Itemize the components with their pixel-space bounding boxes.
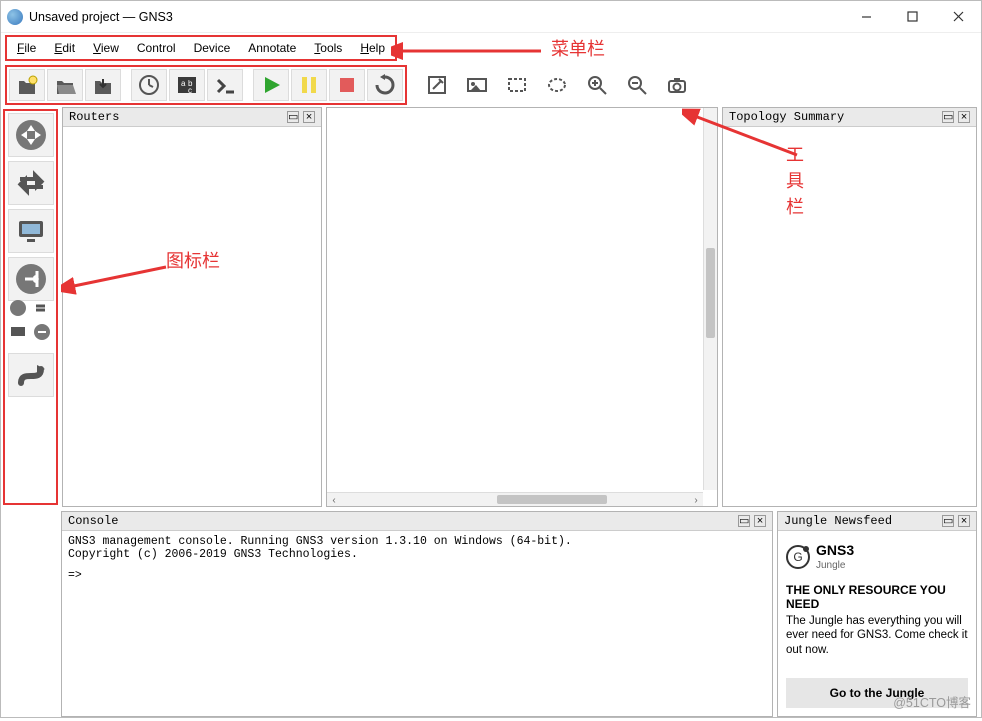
all-devices-small-firewall-icon[interactable] <box>33 329 53 349</box>
stop-all-button[interactable] <box>329 69 365 101</box>
jungle-brand-name: GNS3 <box>816 543 854 557</box>
snapshot-button[interactable] <box>131 69 167 101</box>
add-note-button[interactable] <box>419 69 455 101</box>
console-all-button[interactable] <box>207 69 243 101</box>
menu-control[interactable]: Control <box>137 41 176 55</box>
topology-summary-title: Topology Summary <box>729 110 844 124</box>
all-devices-small-switch-icon[interactable] <box>33 305 53 325</box>
menu-help[interactable]: Help <box>360 41 385 55</box>
menu-view[interactable]: View <box>93 41 119 55</box>
screenshot-button[interactable] <box>659 69 695 101</box>
newsfeed-close-button[interactable]: × <box>958 515 970 527</box>
gns3-app-icon <box>7 9 23 25</box>
console-panel: Console ▭ × GNS3 management console. Run… <box>61 511 773 717</box>
draw-ellipse-button[interactable] <box>539 69 575 101</box>
jungle-description: The Jungle has everything you will ever … <box>786 614 968 657</box>
routers-close-button[interactable]: × <box>303 111 315 123</box>
add-link-button[interactable] <box>8 353 54 397</box>
pause-all-button[interactable] <box>291 69 327 101</box>
topology-dock-button[interactable]: ▭ <box>942 111 954 123</box>
save-project-button[interactable] <box>85 69 121 101</box>
security-devices-button[interactable] <box>8 257 54 301</box>
menu-tools[interactable]: Tools <box>314 41 342 55</box>
toolbar: abc <box>1 61 981 107</box>
menubar: File Edit View Control Device Annotate T… <box>5 35 397 61</box>
menu-annotate[interactable]: Annotate <box>248 41 296 55</box>
jungle-newsfeed-title: Jungle Newsfeed <box>784 514 892 528</box>
jungle-newsfeed-panel: Jungle Newsfeed ▭ × G GNS3 Jungle THE ON… <box>777 511 977 717</box>
console-panel-title: Console <box>68 514 118 528</box>
zoom-out-button[interactable] <box>619 69 655 101</box>
routers-panel-body <box>63 127 321 506</box>
show-port-names-button[interactable]: abc <box>169 69 205 101</box>
topology-close-button[interactable]: × <box>958 111 970 123</box>
menu-edit[interactable]: Edit <box>54 41 75 55</box>
end-devices-button[interactable] <box>8 209 54 253</box>
new-project-button[interactable] <box>9 69 45 101</box>
menu-device[interactable]: Device <box>194 41 231 55</box>
draw-rectangle-button[interactable] <box>499 69 535 101</box>
console-prompt: => <box>68 569 766 582</box>
maximize-button[interactable] <box>889 1 935 33</box>
titlebar: Unsaved project — GNS3 <box>1 1 981 33</box>
svg-text:c: c <box>188 86 192 95</box>
zoom-in-button[interactable] <box>579 69 615 101</box>
all-devices-small-pc-icon[interactable] <box>9 329 29 349</box>
routers-panel-title: Routers <box>69 110 119 124</box>
canvas-horizontal-scrollbar[interactable]: ‹› <box>327 492 703 506</box>
jungle-brand-sub: Jungle <box>816 560 845 571</box>
routers-dock-button[interactable]: ▭ <box>287 111 299 123</box>
all-devices-small-router-icon[interactable] <box>9 305 29 325</box>
switches-device-button[interactable] <box>8 161 54 205</box>
jungle-logo-icon: G <box>786 545 810 569</box>
console-line-2: Copyright (c) 2006-2019 GNS3 Technologie… <box>68 548 766 561</box>
jungle-headline: THE ONLY RESOURCE YOU NEED <box>786 583 968 611</box>
routers-device-button[interactable] <box>8 113 54 157</box>
console-close-button[interactable]: × <box>754 515 766 527</box>
open-project-button[interactable] <box>47 69 83 101</box>
menu-file[interactable]: File <box>17 41 36 55</box>
watermark: @51CTO博客 <box>893 692 971 711</box>
console-body[interactable]: GNS3 management console. Running GNS3 ve… <box>62 531 772 716</box>
window-title: Unsaved project — GNS3 <box>29 10 173 24</box>
toolbar-secondary-group <box>419 69 695 101</box>
newsfeed-dock-button[interactable]: ▭ <box>942 515 954 527</box>
topology-summary-panel: Topology Summary ▭ × <box>722 107 977 507</box>
canvas-vertical-scrollbar[interactable] <box>703 108 717 490</box>
insert-image-button[interactable] <box>459 69 495 101</box>
console-line-1: GNS3 management console. Running GNS3 ve… <box>68 535 766 548</box>
annotation-label-menubar: 菜单栏 <box>551 35 605 61</box>
console-dock-button[interactable]: ▭ <box>738 515 750 527</box>
close-button[interactable] <box>935 1 981 33</box>
routers-panel: Routers ▭ × <box>62 107 322 507</box>
svg-text:a: a <box>181 79 186 88</box>
annotation-arrow-menubar <box>391 39 541 61</box>
topology-summary-body <box>723 127 976 506</box>
device-sidebar <box>3 109 58 505</box>
toolbar-primary-group: abc <box>5 65 407 105</box>
minimize-button[interactable] <box>843 1 889 33</box>
start-all-button[interactable] <box>253 69 289 101</box>
reload-all-button[interactable] <box>367 69 403 101</box>
topology-canvas[interactable]: ‹› <box>326 107 718 507</box>
